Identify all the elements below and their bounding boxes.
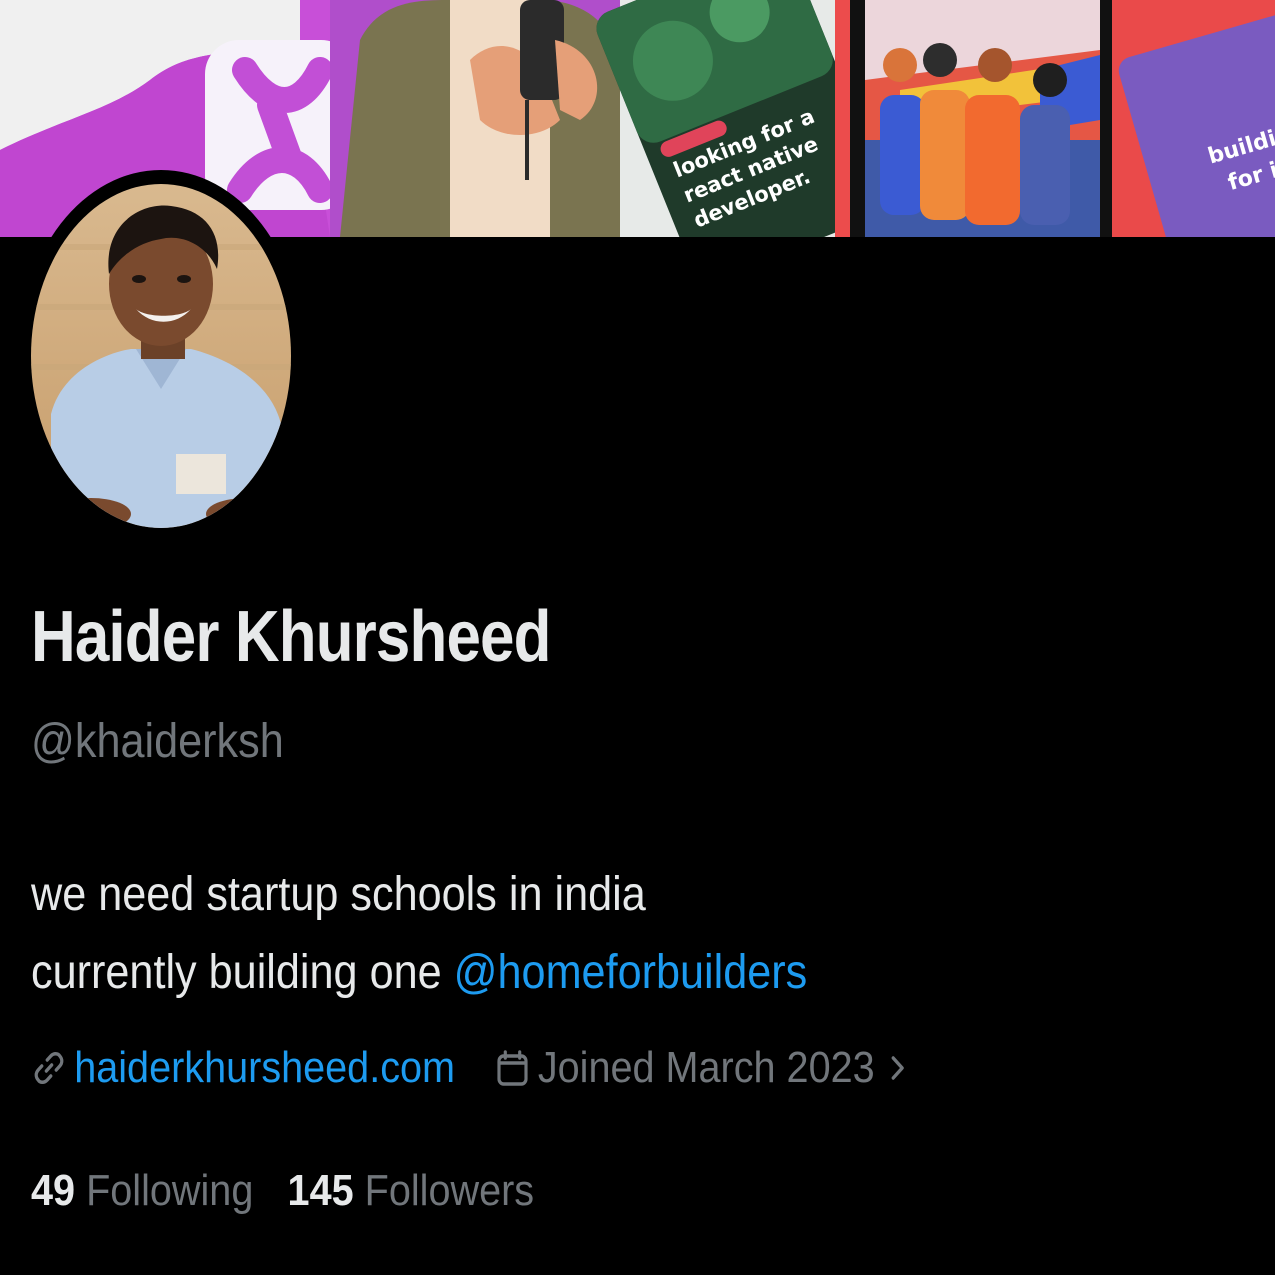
display-name: Haider Khursheed	[31, 597, 551, 677]
following-label: Following	[86, 1166, 254, 1215]
profile-page: looking for a react native developer. bu…	[0, 0, 1275, 1275]
follow-stats: 49 Following 145 Followers	[31, 1166, 568, 1216]
avatar-photo	[31, 184, 291, 528]
followers-link[interactable]: 145 Followers	[288, 1166, 535, 1216]
link-icon	[31, 1048, 67, 1088]
followers-count: 145	[287, 1166, 354, 1215]
profile-meta-row: haiderkhursheed.com Joined March 2023	[31, 1040, 911, 1096]
profile-bio: we need startup schools in india current…	[31, 856, 807, 1012]
bio-line-2: currently building one @homeforbuilders	[31, 934, 807, 1012]
bio-line-2-text: currently building one	[31, 946, 454, 999]
website-link[interactable]: haiderkhursheed.com	[74, 1043, 455, 1093]
joined-date[interactable]: Joined March 2023	[495, 1043, 911, 1093]
bio-line-1: we need startup schools in india	[31, 868, 646, 921]
followers-label: Followers	[364, 1166, 535, 1215]
chevron-right-icon	[885, 1048, 910, 1088]
banner-slide-2	[865, 0, 1100, 237]
following-link[interactable]: 49 Following	[31, 1166, 253, 1216]
calendar-icon	[495, 1048, 531, 1088]
avatar[interactable]	[31, 184, 291, 528]
following-count: 49	[31, 1166, 76, 1215]
joined-date-text: Joined March 2023	[537, 1043, 875, 1092]
bio-mention-link[interactable]: @homeforbuilders	[454, 946, 808, 999]
person-illustration	[330, 0, 640, 237]
username-handle: @khaiderksh	[31, 715, 284, 768]
